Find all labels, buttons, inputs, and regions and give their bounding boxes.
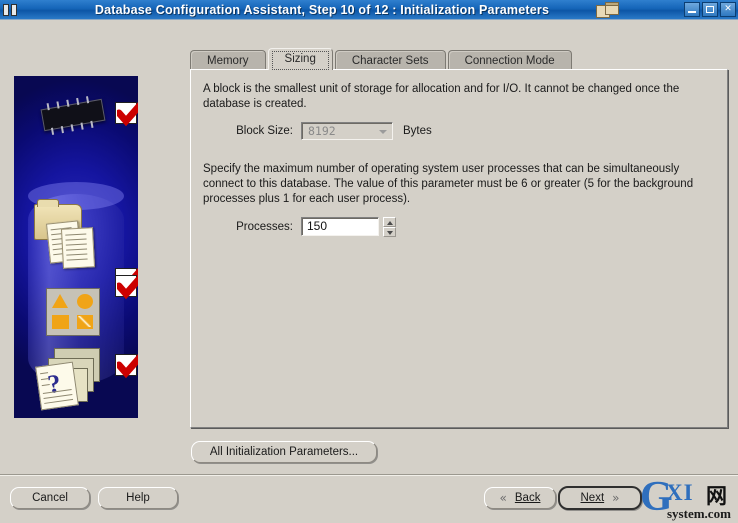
step-check-1 bbox=[115, 102, 138, 127]
processes-row: Processes: 150 bbox=[215, 217, 713, 237]
processes-description: Specify the maximum number of operating … bbox=[203, 163, 694, 205]
block-size-row: Block Size: 8192 Bytes bbox=[215, 122, 713, 140]
window-title: Database Configuration Assistant, Step 1… bbox=[94, 2, 550, 17]
watermark: G XI 网 system.com bbox=[640, 474, 738, 523]
processes-stepper[interactable]: 150 bbox=[301, 217, 396, 237]
tab-character-sets[interactable]: Character Sets bbox=[334, 50, 446, 70]
block-size-value: 8192 bbox=[308, 124, 336, 138]
next-button[interactable]: Next » bbox=[558, 486, 642, 510]
back-button[interactable]: « Back bbox=[484, 487, 556, 509]
block-size-unit: Bytes bbox=[403, 125, 432, 137]
memory-chip-icon bbox=[40, 96, 106, 135]
processes-spin-buttons bbox=[383, 217, 396, 237]
next-button-label: Next bbox=[580, 492, 605, 504]
tab-memory[interactable]: Memory bbox=[190, 50, 266, 70]
window-controls: ✕ bbox=[684, 2, 738, 17]
processes-input[interactable]: 150 bbox=[301, 217, 379, 236]
watermark-cn: 网 bbox=[706, 484, 727, 508]
watermark-xi: XI bbox=[666, 480, 694, 505]
back-button-label: Back bbox=[514, 492, 541, 504]
all-initialization-parameters-button[interactable]: All Initialization Parameters... bbox=[191, 441, 377, 463]
spin-up-button[interactable] bbox=[383, 217, 396, 227]
red-check-mark-icon bbox=[117, 354, 138, 379]
application-window: Database Configuration Assistant, Step 1… bbox=[0, 0, 738, 523]
block-size-description: A block is the smallest unit of storage … bbox=[203, 83, 680, 110]
system-menu-icon[interactable] bbox=[2, 2, 20, 18]
shapes-panel-icon bbox=[46, 288, 100, 336]
document-sheet bbox=[60, 227, 96, 269]
tab-character-sets-label: Character Sets bbox=[351, 55, 429, 67]
question-document-icon: ? bbox=[35, 361, 79, 411]
processes-label: Processes: bbox=[236, 221, 293, 233]
tab-connection-mode-label: Connection Mode bbox=[464, 55, 555, 67]
step-check-3 bbox=[115, 275, 138, 300]
watermark-g: G bbox=[640, 474, 673, 520]
help-button[interactable]: Help bbox=[98, 487, 178, 509]
tab-strip: Memory Sizing Character Sets Connection … bbox=[190, 48, 574, 70]
red-check-mark-icon bbox=[117, 102, 138, 127]
chevron-left-icon: « bbox=[499, 491, 507, 505]
stacked-windows-icon bbox=[596, 2, 622, 20]
cancel-button[interactable]: Cancel bbox=[10, 487, 90, 509]
red-check-mark-icon bbox=[117, 275, 138, 300]
tab-memory-label: Memory bbox=[207, 55, 249, 67]
title-bar: Database Configuration Assistant, Step 1… bbox=[0, 0, 738, 20]
close-button[interactable]: ✕ bbox=[720, 2, 736, 17]
chevron-right-icon: » bbox=[612, 491, 620, 505]
minimize-button[interactable] bbox=[684, 2, 700, 17]
watermark-domain: system.com bbox=[667, 506, 731, 521]
block-size-combo[interactable]: 8192 bbox=[301, 122, 393, 140]
step-check-4 bbox=[115, 354, 138, 379]
tab-connection-mode[interactable]: Connection Mode bbox=[447, 50, 572, 70]
maximize-button[interactable] bbox=[702, 2, 718, 17]
tab-sizing-label: Sizing bbox=[284, 53, 316, 65]
tab-sizing[interactable]: Sizing bbox=[267, 48, 333, 70]
sizing-panel: A block is the smallest unit of storage … bbox=[190, 69, 728, 428]
chevron-down-icon bbox=[379, 130, 387, 134]
block-size-label: Block Size: bbox=[236, 125, 293, 137]
footer-divider bbox=[0, 474, 738, 476]
wizard-illustration: ? bbox=[14, 76, 138, 418]
spin-down-button[interactable] bbox=[383, 227, 396, 237]
